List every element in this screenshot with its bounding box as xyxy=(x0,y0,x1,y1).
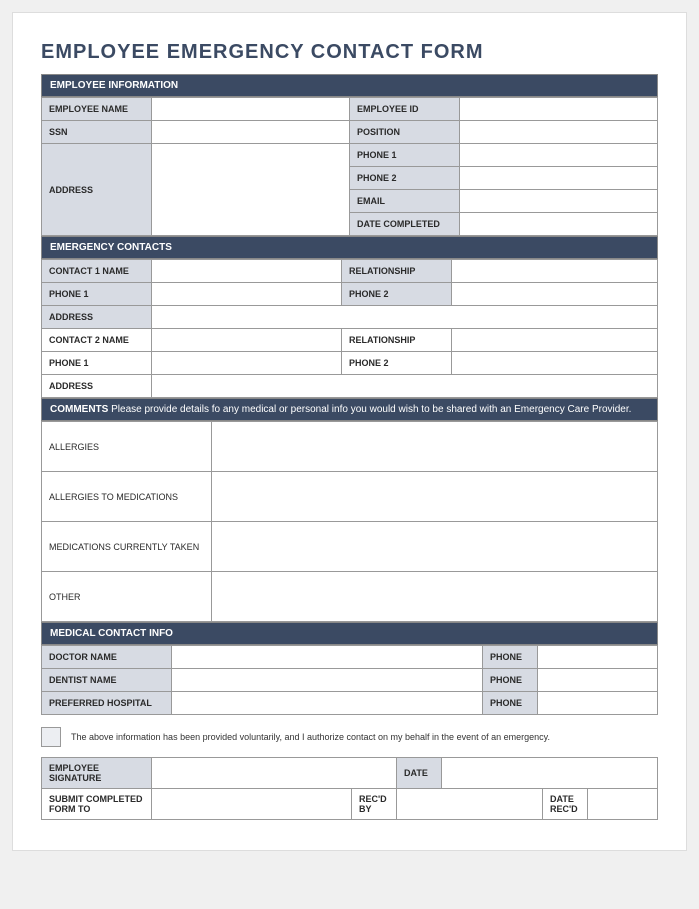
field-allergies-meds[interactable] xyxy=(212,472,658,522)
section-header-employee-info: EMPLOYEE INFORMATION xyxy=(41,74,658,97)
label-date-completed: DATE COMPLETED xyxy=(350,213,460,236)
label-contact2-address: ADDRESS xyxy=(42,375,152,398)
label-contact1-name: CONTACT 1 NAME xyxy=(42,260,152,283)
field-ssn[interactable] xyxy=(152,121,350,144)
consent-row: The above information has been provided … xyxy=(41,727,658,747)
field-email[interactable] xyxy=(460,190,658,213)
label-contact1-phone2: PHONE 2 xyxy=(342,283,452,306)
label-phone2: PHONE 2 xyxy=(350,167,460,190)
field-employee-signature[interactable] xyxy=(152,758,397,789)
section-header-comments: COMMENTS Please provide details fo any m… xyxy=(41,398,658,421)
field-allergies[interactable] xyxy=(212,422,658,472)
field-contact1-name[interactable] xyxy=(152,260,342,283)
field-doctor-name[interactable] xyxy=(172,646,483,669)
field-address[interactable] xyxy=(152,144,350,236)
field-submit-to[interactable] xyxy=(152,789,352,820)
label-address: ADDRESS xyxy=(42,144,152,236)
field-phone1[interactable] xyxy=(460,144,658,167)
label-contact1-address: ADDRESS xyxy=(42,306,152,329)
comments-header-bold: COMMENTS xyxy=(50,404,108,415)
consent-checkbox[interactable] xyxy=(41,727,61,747)
comments-table: ALLERGIES ALLERGIES TO MEDICATIONS MEDIC… xyxy=(41,421,658,622)
form-title: EMPLOYEE EMERGENCY CONTACT FORM xyxy=(41,41,658,64)
label-contact2-phone1: PHONE 1 xyxy=(42,352,152,375)
field-contact1-address[interactable] xyxy=(152,306,658,329)
label-email: EMAIL xyxy=(350,190,460,213)
field-recd-by[interactable] xyxy=(397,789,543,820)
section-header-medical: MEDICAL CONTACT INFO xyxy=(41,622,658,645)
label-position: POSITION xyxy=(350,121,460,144)
label-dentist-phone: PHONE xyxy=(483,669,538,692)
label-ssn: SSN xyxy=(42,121,152,144)
field-contact1-relationship[interactable] xyxy=(452,260,658,283)
field-contact1-phone1[interactable] xyxy=(152,283,342,306)
field-doctor-phone[interactable] xyxy=(538,646,658,669)
form-page: EMPLOYEE EMERGENCY CONTACT FORM EMPLOYEE… xyxy=(12,12,687,851)
label-doctor-phone: PHONE xyxy=(483,646,538,669)
field-other[interactable] xyxy=(212,572,658,622)
field-phone2[interactable] xyxy=(460,167,658,190)
label-recd-by: REC'D BY xyxy=(352,789,397,820)
label-submit-to: SUBMIT COMPLETED FORM TO xyxy=(42,789,152,820)
comments-header-text: Please provide details fo any medical or… xyxy=(108,404,631,415)
consent-text: The above information has been provided … xyxy=(71,732,550,742)
field-employee-name[interactable] xyxy=(152,98,350,121)
label-contact2-name: CONTACT 2 NAME xyxy=(42,329,152,352)
field-contact2-name[interactable] xyxy=(152,329,342,352)
field-position[interactable] xyxy=(460,121,658,144)
label-employee-id: EMPLOYEE ID xyxy=(350,98,460,121)
signature-table: EMPLOYEE SIGNATURE DATE SUBMIT COMPLETED… xyxy=(41,757,658,820)
label-other: OTHER xyxy=(42,572,212,622)
field-date-recd[interactable] xyxy=(588,789,658,820)
field-sig-date[interactable] xyxy=(442,758,658,789)
label-contact1-phone1: PHONE 1 xyxy=(42,283,152,306)
field-preferred-hospital[interactable] xyxy=(172,692,483,715)
label-dentist-name: DENTIST NAME xyxy=(42,669,172,692)
label-preferred-hospital: PREFERRED HOSPITAL xyxy=(42,692,172,715)
emergency-contacts-table: CONTACT 1 NAME RELATIONSHIP PHONE 1 PHON… xyxy=(41,259,658,398)
label-allergies: ALLERGIES xyxy=(42,422,212,472)
field-dentist-phone[interactable] xyxy=(538,669,658,692)
field-date-completed[interactable] xyxy=(460,213,658,236)
field-contact2-phone1[interactable] xyxy=(152,352,342,375)
field-employee-id[interactable] xyxy=(460,98,658,121)
field-contact2-relationship[interactable] xyxy=(452,329,658,352)
field-dentist-name[interactable] xyxy=(172,669,483,692)
label-phone1: PHONE 1 xyxy=(350,144,460,167)
label-meds-taken: MEDICATIONS CURRENTLY TAKEN xyxy=(42,522,212,572)
label-contact1-relationship: RELATIONSHIP xyxy=(342,260,452,283)
field-meds-taken[interactable] xyxy=(212,522,658,572)
label-doctor-name: DOCTOR NAME xyxy=(42,646,172,669)
section-header-emergency-contacts: EMERGENCY CONTACTS xyxy=(41,236,658,259)
field-contact2-phone2[interactable] xyxy=(452,352,658,375)
label-hospital-phone: PHONE xyxy=(483,692,538,715)
field-contact2-address[interactable] xyxy=(152,375,658,398)
field-contact1-phone2[interactable] xyxy=(452,283,658,306)
label-date-recd: DATE REC'D xyxy=(543,789,588,820)
employee-info-table: EMPLOYEE NAME EMPLOYEE ID SSN POSITION A… xyxy=(41,97,658,236)
label-sig-date: DATE xyxy=(397,758,442,789)
field-hospital-phone[interactable] xyxy=(538,692,658,715)
medical-table: DOCTOR NAME PHONE DENTIST NAME PHONE PRE… xyxy=(41,645,658,715)
label-employee-name: EMPLOYEE NAME xyxy=(42,98,152,121)
label-contact2-phone2: PHONE 2 xyxy=(342,352,452,375)
label-employee-signature: EMPLOYEE SIGNATURE xyxy=(42,758,152,789)
label-allergies-meds: ALLERGIES TO MEDICATIONS xyxy=(42,472,212,522)
label-contact2-relationship: RELATIONSHIP xyxy=(342,329,452,352)
